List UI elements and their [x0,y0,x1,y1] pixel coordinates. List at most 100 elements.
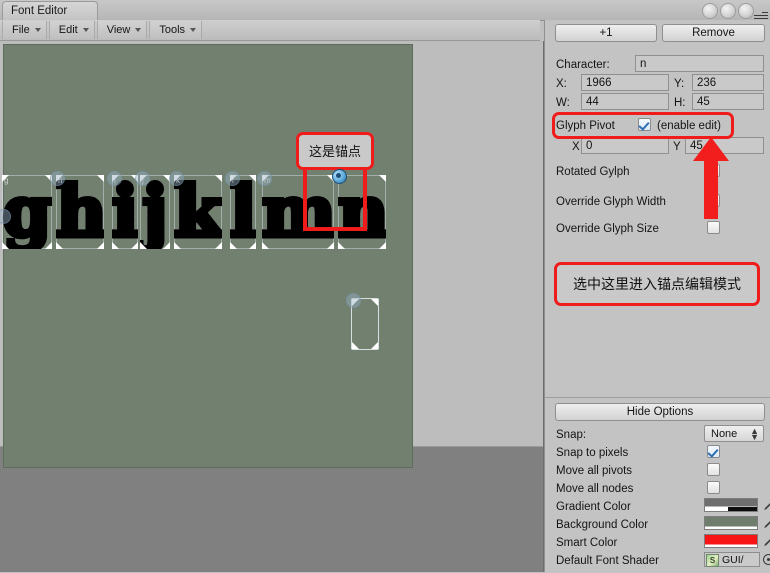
close-icon[interactable] [738,3,754,19]
resize-handle-br[interactable] [379,242,386,249]
menu-edit[interactable]: Edit [48,21,95,39]
background-color-eyedropper-icon[interactable] [762,516,770,530]
default-font-shader-label: Default Font Shader [556,555,659,567]
rotated-glyph-label: Rotated Gylph [556,166,630,178]
resize-handle-tr[interactable] [371,299,378,306]
resize-handle-br[interactable] [215,242,222,249]
shader-settings-icon[interactable] [763,554,770,565]
glyph-letter: j [140,175,170,249]
pivot-y-label: Y [673,141,681,153]
default-font-shader-value: GUI/ [722,554,744,566]
shader-asset-icon: S [706,554,719,567]
pivot-x-label: X [572,141,580,153]
x-label: X: [556,78,567,90]
annotation-leader-left [303,169,307,231]
resize-handle-bl[interactable] [262,242,269,249]
smart-color-swatch[interactable] [704,534,758,548]
resize-handle-tr[interactable] [97,175,104,182]
glyph-cell-h[interactable]: h h [56,175,104,249]
resize-handle-tr[interactable] [215,175,222,182]
minimize-icon[interactable] [702,3,718,19]
w-field[interactable]: 44 [581,93,669,110]
hamburger-menu-icon[interactable] [754,12,768,19]
glyph-letter: n [338,175,386,249]
options-panel: Hide Options Snap: None ▲ ▼ Snap to pixel… [545,397,770,573]
glyph-cell-n[interactable]: n n [338,175,386,249]
glyph-cell-j[interactable]: j j [140,175,170,249]
snap-to-pixels-checkbox[interactable] [707,445,720,458]
menu-view[interactable]: View [96,21,148,39]
resize-handle-tl[interactable] [2,175,9,182]
glyph-pivot-handle[interactable] [332,169,347,184]
menu-bar: File Edit View Tools [0,20,540,41]
annotation-leader-right [363,169,367,231]
pivot-ghost-i [107,171,122,186]
gradient-color-swatch[interactable] [704,498,758,512]
h-field[interactable]: 45 [692,93,764,110]
resize-handle-br[interactable] [131,242,138,249]
resize-handle-br[interactable] [249,242,256,249]
menu-tools[interactable]: Tools [149,21,203,39]
maximize-icon[interactable] [720,3,736,19]
background-color-swatch[interactable] [704,516,758,530]
hide-options-button[interactable]: Hide Options [555,403,765,421]
remove-glyph-button[interactable]: Remove [662,24,765,42]
arrow-shaft [704,159,718,219]
h-label: H: [674,97,686,109]
gradient-color-eyedropper-icon[interactable] [762,498,770,512]
pivot-x-field[interactable]: 0 [581,137,669,154]
move-all-pivots-checkbox[interactable] [707,463,720,476]
override-glyph-size-checkbox[interactable] [707,221,720,234]
resize-handle-bl[interactable] [338,242,345,249]
glyph-canvas[interactable]: g g h h i i j j k k l l m m n [0,44,413,468]
resize-handle-bl[interactable] [112,242,119,249]
character-field[interactable]: n [635,55,764,72]
smart-color-eyedropper-icon[interactable] [762,534,770,548]
annotation-leader-bottom [303,227,367,231]
glyph-cell-k[interactable]: k k [174,175,222,249]
add-glyph-button[interactable]: +1 [555,24,657,42]
move-all-pivots-label: Move all pivots [556,465,633,477]
glyph-letter: l [230,175,256,249]
resize-handle-br[interactable] [45,242,52,249]
snap-label: Snap: [556,429,587,441]
resize-handle-bl[interactable] [56,242,63,249]
override-glyph-size-label: Override Glyph Size [556,223,659,235]
pivot-ghost-k [169,171,184,186]
resize-handle-bl[interactable] [140,242,147,249]
resize-handle-br[interactable] [163,242,170,249]
resize-handle-br[interactable] [371,342,378,349]
glyph-cell-m[interactable]: m m [262,175,334,249]
glyph-letter: i [112,175,138,249]
default-font-shader-field[interactable]: S GUI/ [704,552,760,567]
pivot-ghost-h [50,171,65,186]
resize-handle-bl[interactable] [230,242,237,249]
glyph-letter: m [262,175,334,249]
snap-value: None [711,428,738,440]
resize-handle-tr[interactable] [379,175,386,182]
override-glyph-width-label: Override Glyph Width [556,196,666,208]
menu-file[interactable]: File [2,21,47,39]
annotation-highlight-glyph-pivot [552,112,734,139]
resize-handle-bl[interactable] [352,342,359,349]
annotation-anchor-note: 这是锚点 [296,132,374,170]
resize-handle-tr[interactable] [249,175,256,182]
resize-handle-br[interactable] [327,242,334,249]
y-field[interactable]: 236 [692,74,764,91]
snap-dropdown[interactable]: None ▲ ▼ [704,425,764,442]
move-all-nodes-checkbox[interactable] [707,481,720,494]
pivot-ghost-m [257,171,272,186]
background-color-label: Background Color [556,519,649,531]
glyph-cell-i[interactable]: i i [112,175,138,249]
pivot-ghost-j [135,171,150,186]
tab-font-editor[interactable]: Font Editor [2,1,98,20]
glyph-cell-l[interactable]: l l [230,175,256,249]
resize-handle-br[interactable] [97,242,104,249]
x-field[interactable]: 1966 [581,74,669,91]
snap-to-pixels-label: Snap to pixels [556,447,629,459]
character-label: Character: [556,59,610,71]
resize-handle-bl[interactable] [2,242,9,249]
resize-handle-bl[interactable] [174,242,181,249]
glyph-letter: h [56,175,104,249]
move-all-nodes-label: Move all nodes [556,483,634,495]
